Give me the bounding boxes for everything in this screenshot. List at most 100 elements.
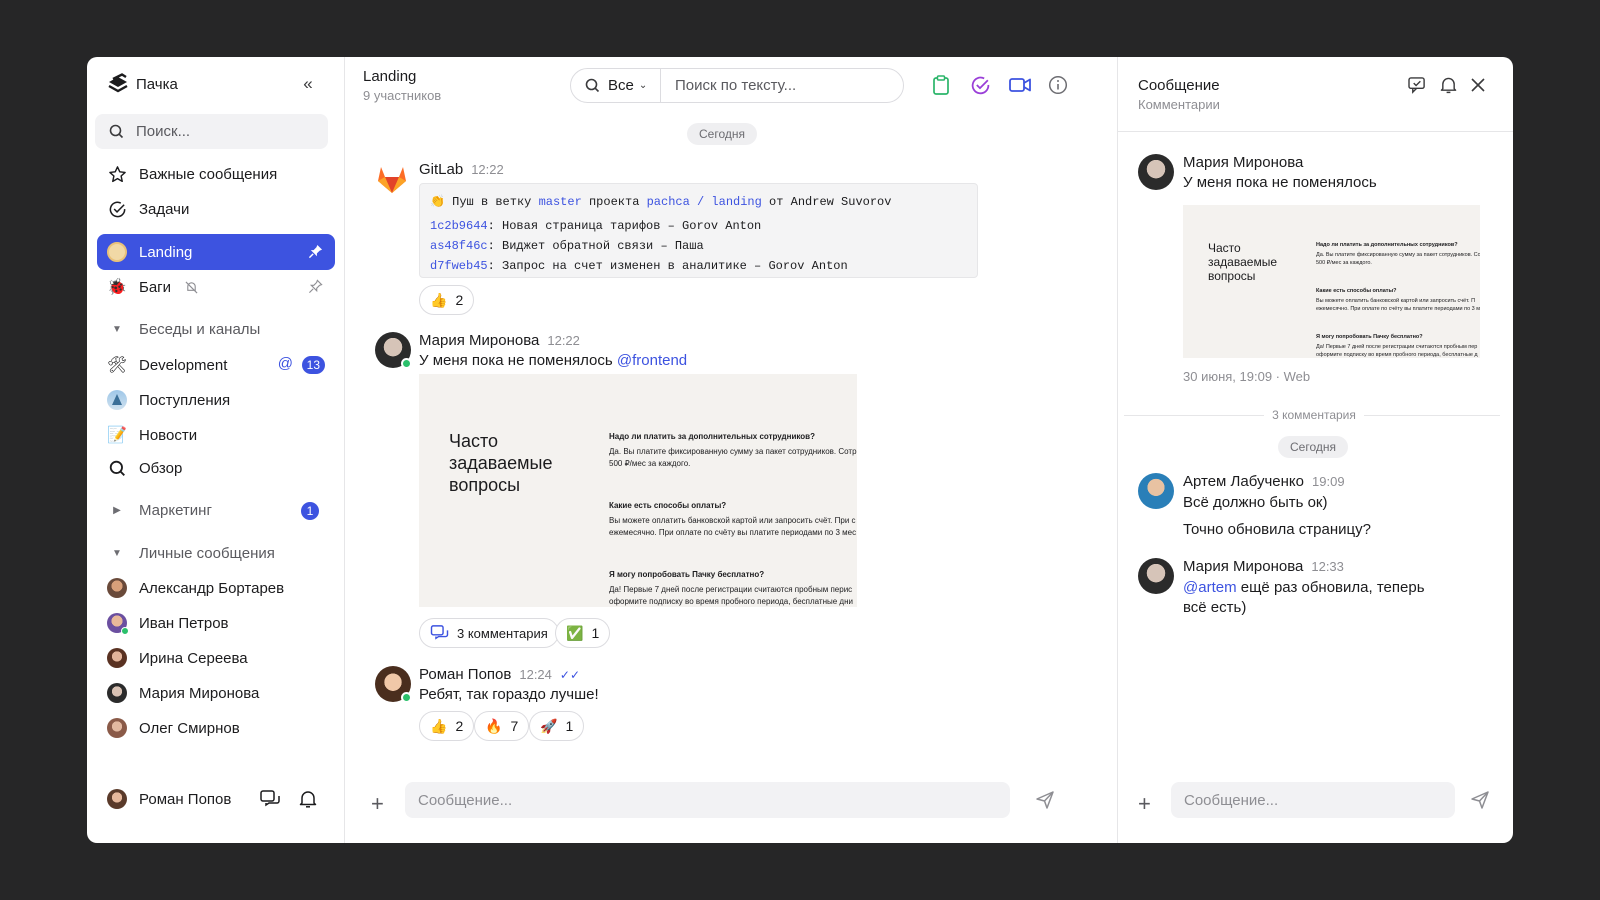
sender-name[interactable]: Мария Миронова: [1183, 558, 1303, 575]
sidebar-item-label: Ирина Сереева: [139, 649, 248, 667]
sidebar: Пачка « Поиск... Важные сообщения Задачи…: [87, 57, 345, 843]
online-indicator: [401, 692, 412, 703]
message-time: 12:22: [547, 333, 580, 348]
sidebar-item-dm[interactable]: Ирина Сереева: [97, 640, 335, 676]
sender-name[interactable]: Мария Миронова: [419, 332, 539, 349]
sidebar-item-news[interactable]: 📝 Новости: [97, 417, 335, 453]
message-text: У меня пока не поменялось @frontend: [419, 352, 687, 369]
reaction-count: 1: [565, 718, 574, 734]
reaction-button[interactable]: 👍 2: [419, 711, 475, 741]
avatar[interactable]: [1138, 154, 1174, 190]
bell-icon[interactable]: [1440, 76, 1457, 95]
comments-icon: [430, 625, 449, 641]
faq-question: Надо ли платить за дополнительных сотруд…: [1316, 242, 1458, 248]
sender-name[interactable]: Роман Попов: [419, 666, 511, 683]
sidebar-item-important[interactable]: Важные сообщения: [97, 156, 335, 192]
project-link[interactable]: pachca / landing: [647, 195, 762, 209]
reaction-button[interactable]: 🚀 1: [529, 711, 585, 741]
info-icon[interactable]: [1048, 75, 1068, 95]
reaction-button[interactable]: 👍 2: [419, 285, 475, 315]
commit-text: : Запрос на счет изменен в аналитике – G…: [487, 259, 848, 273]
message-search-bar: Все ⌄ Поиск по тексту...: [570, 68, 904, 103]
collapse-sidebar-icon[interactable]: «: [299, 74, 317, 93]
avatar[interactable]: [1138, 558, 1174, 594]
sidebar-item-label: Александр Бортарев: [139, 579, 285, 597]
clipboard-icon[interactable]: [932, 75, 950, 96]
avatar[interactable]: [1138, 473, 1174, 509]
muted-bell-icon: [185, 281, 198, 294]
date-separator: Сегодня: [687, 123, 757, 145]
threads-icon[interactable]: [260, 790, 280, 808]
search-filter-dropdown[interactable]: Все ⌄: [571, 69, 661, 102]
commit-hash-link[interactable]: 1c2b9644: [430, 219, 488, 233]
thread-message-input[interactable]: Сообщение...: [1171, 782, 1455, 818]
image-attachment[interactable]: Часто задаваемые вопросы Надо ли платить…: [1183, 205, 1480, 358]
commit-hash-link[interactable]: as48f46c: [430, 239, 488, 253]
avatar: [107, 578, 127, 598]
branch-link[interactable]: master: [539, 195, 582, 209]
sidebar-item-label: Landing: [139, 243, 193, 261]
comments-count-label: 3 комментария: [457, 625, 548, 641]
push-prefix: 👏 Пуш в ветку: [430, 195, 532, 209]
sidebar-item-landing[interactable]: Landing: [97, 234, 335, 270]
sidebar-item-development[interactable]: 🛠 Development @ 13: [97, 347, 335, 383]
message-input[interactable]: Сообщение...: [405, 782, 1010, 818]
send-icon[interactable]: [1470, 790, 1490, 810]
reaction-button[interactable]: 🔥 7: [474, 711, 530, 741]
avatar[interactable]: [375, 666, 412, 703]
sidebar-item-dm[interactable]: Мария Миронова: [97, 675, 335, 711]
sidebar-item-dm[interactable]: Иван Петров: [97, 605, 335, 641]
sidebar-item-income[interactable]: Поступления: [97, 382, 335, 418]
pin-icon[interactable]: [308, 244, 323, 259]
message-header: GitLab 12:22: [419, 161, 504, 178]
unread-badge: 13: [301, 356, 325, 374]
section-channels-header[interactable]: ▼ Беседы и каналы: [107, 321, 260, 338]
thread-follow-icon[interactable]: [1408, 77, 1427, 94]
avatar: [107, 718, 127, 738]
message-header: Мария Миронова 12:22: [419, 332, 580, 349]
online-indicator: [401, 358, 412, 369]
sidebar-item-tasks[interactable]: Задачи: [97, 191, 335, 227]
section-label: Маркетинг: [139, 502, 212, 519]
reaction-button[interactable]: ✅ 1: [555, 618, 611, 648]
attach-plus-icon[interactable]: +: [371, 791, 384, 817]
tasks-check-icon[interactable]: [970, 75, 991, 96]
send-icon[interactable]: [1035, 790, 1055, 810]
current-user[interactable]: Роман Попов: [107, 789, 231, 809]
tools-icon: 🛠: [106, 357, 128, 374]
message-input-placeholder: Сообщение...: [1184, 791, 1279, 809]
message-text: Всё должно быть ок): [1183, 494, 1328, 511]
close-icon[interactable]: [1471, 78, 1485, 92]
mention-link[interactable]: @frontend: [617, 352, 687, 369]
pin-icon[interactable]: [308, 279, 323, 294]
bell-icon[interactable]: [299, 790, 317, 809]
image-attachment[interactable]: Часто задаваемые вопросы Надо ли платить…: [419, 374, 857, 607]
commit-hash-link[interactable]: d7fweb45: [430, 259, 488, 273]
thread-subtitle: Комментарии: [1138, 97, 1220, 112]
sender-name[interactable]: GitLab: [419, 161, 463, 178]
search-icon: [585, 78, 600, 93]
divider: [1124, 415, 1264, 416]
attach-plus-icon[interactable]: +: [1138, 791, 1151, 817]
star-icon: [107, 164, 127, 184]
app-window: Пачка « Поиск... Важные сообщения Задачи…: [87, 57, 1513, 843]
sidebar-item-overview[interactable]: Обзор: [97, 450, 335, 486]
section-dm-header[interactable]: ▼ Личные сообщения: [107, 545, 275, 562]
faq-answer: Да. Вы платите фиксированную сумму за па…: [609, 447, 857, 468]
sender-name[interactable]: Артем Лабученко: [1183, 473, 1304, 490]
comments-button[interactable]: 3 комментария: [419, 618, 559, 648]
section-marketing-header[interactable]: ▶ Маркетинг 1: [107, 502, 319, 520]
avatar[interactable]: [375, 332, 412, 369]
sidebar-item-dm[interactable]: Олег Смирнов: [97, 710, 335, 746]
message-search-input[interactable]: Поиск по тексту...: [661, 77, 796, 94]
mention-link[interactable]: @artem: [1183, 579, 1237, 596]
sidebar-item-bugs[interactable]: 🐞 Баги: [97, 269, 335, 305]
video-call-icon[interactable]: [1009, 77, 1031, 93]
gitlab-logo-icon: [375, 162, 409, 196]
commit-line: d7fweb45: Запрос на счет изменен в анали…: [430, 256, 967, 276]
faq-list: Надо ли платить за дополнительных сотруд…: [609, 431, 857, 607]
sender-name[interactable]: Мария Миронова: [1183, 154, 1303, 171]
sidebar-item-dm[interactable]: Александр Бортарев: [97, 570, 335, 606]
sidebar-item-label: Задачи: [139, 200, 190, 218]
sidebar-search[interactable]: Поиск...: [95, 114, 328, 149]
